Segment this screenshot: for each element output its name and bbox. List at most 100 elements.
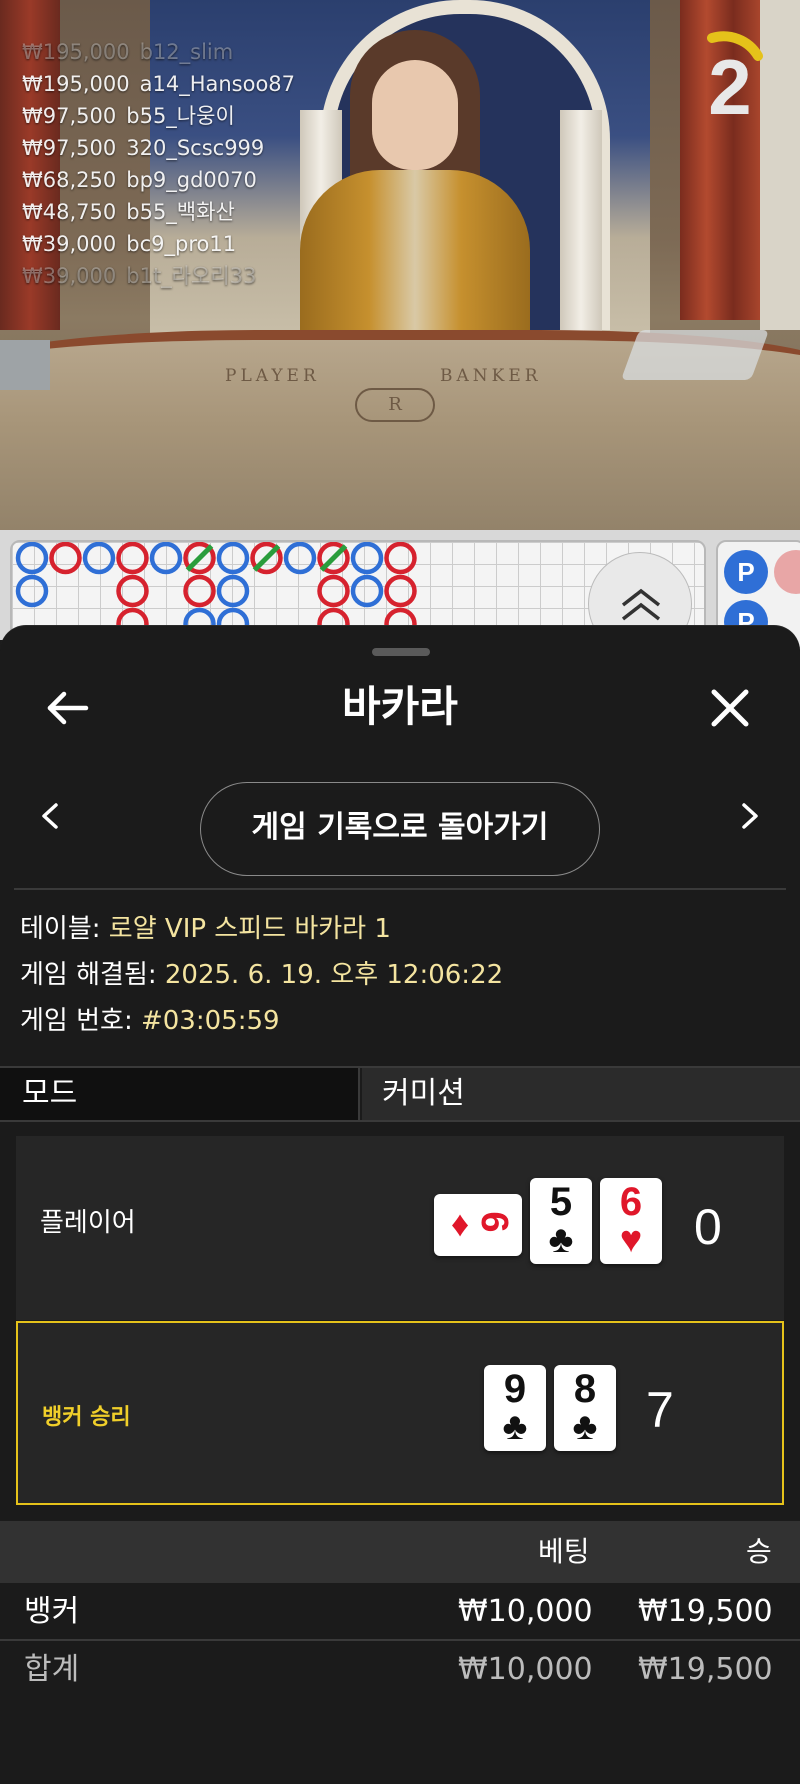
bet-column-header: 베팅	[538, 1535, 590, 1568]
player-score: 0	[694, 1199, 722, 1255]
card-rank: 6	[619, 1180, 643, 1224]
playing-card: 5 ♣	[530, 1178, 592, 1264]
win-ticker-line: ₩68,250 bp9_gd0070	[22, 164, 342, 196]
playing-card: 6 ♥	[600, 1178, 662, 1264]
player-bead	[350, 574, 384, 608]
banker-bead	[183, 574, 216, 608]
playing-card: 9 ♣	[484, 1365, 546, 1451]
card-suit-icon: ♣	[548, 1219, 574, 1261]
chevron-left-icon	[42, 803, 58, 829]
win-ticker-line: ₩195,000 a14_Hansoo87	[22, 68, 342, 100]
bet-name: 뱅커	[24, 1594, 80, 1629]
banker-bead	[116, 574, 149, 608]
win-amount: ₩195,000	[22, 40, 130, 64]
detail-tabs: 모드 커미션	[0, 1066, 800, 1122]
total-label: 합계	[24, 1652, 80, 1687]
live-video: PLAYER BANKER R ₩195,000 b12_slim ₩195,000…	[0, 0, 800, 530]
card-suit-icon: ♣	[572, 1406, 598, 1448]
playing-card: 8 ♣	[554, 1365, 616, 1451]
table-label-banker: BANKER	[440, 366, 542, 386]
win-ticker-line: ₩195,000 b12_slim	[22, 36, 342, 68]
winner-name: bp9_gd0070	[126, 168, 257, 192]
table-label-player: PLAYER	[225, 366, 320, 386]
card-suit-icon: ♣	[502, 1406, 528, 1448]
predictor-banker-dot	[774, 550, 800, 594]
resolved-info-label: 게임 해결됨:	[20, 960, 165, 990]
card-shoe	[620, 330, 770, 380]
divider	[14, 888, 786, 890]
chevrons-up-icon	[621, 588, 661, 621]
player-bead	[216, 542, 250, 575]
win-amount: ₩195,000	[22, 72, 130, 96]
player-bead	[283, 542, 317, 575]
bet-timer: 2	[680, 20, 780, 131]
winner-name: a14_Hansoo87	[139, 72, 296, 96]
player-hand-label: 플레이어	[40, 1208, 136, 1238]
winner-name: b12_slim	[139, 40, 234, 64]
roadmap-strip[interactable]: P P	[0, 530, 800, 656]
previous-game-button[interactable]	[30, 791, 70, 841]
table-row: 뱅커 ₩10,000 ₩19,500	[0, 1585, 800, 1641]
win-amount: ₩48,750	[22, 200, 117, 224]
game-number-value: #03:05:59	[140, 1006, 280, 1036]
banker-score: 7	[646, 1382, 674, 1438]
timer-seconds: 2	[708, 43, 752, 131]
win-amount: ₩68,250	[22, 168, 117, 192]
player-bead	[350, 542, 384, 575]
sheet-drag-handle[interactable]	[372, 648, 430, 656]
winner-name: b55_나웅이	[126, 104, 235, 128]
win-amount: ₩19,500	[638, 1594, 773, 1629]
win-column-header: 승	[746, 1535, 772, 1568]
sheet-title: 바카라	[342, 682, 458, 731]
win-ticker-line: ₩39,000 b1t_라오리33	[22, 260, 342, 292]
game-detail-sheet: 바카라 게임 기록으로 돌아가기 테이블: 로얄 VIP 스피드 바카라 1 게…	[0, 625, 800, 1784]
winner-name: b55_백화산	[126, 200, 235, 224]
player-hand: 플레이어 6 ♦ 5 ♣ 6 ♥ 0	[16, 1136, 784, 1320]
banker-bead	[317, 574, 350, 608]
player-bead	[15, 542, 49, 575]
next-game-button[interactable]	[730, 791, 770, 841]
win-amount: ₩39,000	[22, 232, 117, 256]
game-number-label: 게임 번호:	[20, 1006, 141, 1036]
total-win: ₩19,500	[638, 1652, 773, 1687]
win-ticker-line: ₩39,000 bc9_pro11	[22, 228, 342, 260]
player-bead	[149, 542, 183, 575]
close-icon	[711, 689, 749, 727]
win-ticker-line: ₩48,750 b55_백화산	[22, 196, 342, 228]
close-button[interactable]	[702, 680, 758, 736]
banker-bead	[384, 542, 417, 575]
table-info-value: 로얄 VIP 스피드 바카라 1	[108, 914, 391, 944]
card-rank: 5	[549, 1180, 573, 1224]
win-ticker-line: ₩97,500 b55_나웅이	[22, 100, 342, 132]
winner-name: bc9_pro11	[126, 232, 237, 256]
banker-bead	[384, 574, 417, 608]
banker-hand: 뱅커 승리 9 ♣ 8 ♣ 7	[16, 1321, 784, 1505]
winner-name: b1t_라오리33	[126, 264, 257, 288]
win-ticker-line: ₩97,500 320_Scsc999	[22, 132, 342, 164]
banker-bead	[116, 542, 149, 575]
player-bead	[82, 542, 116, 575]
tab-mode[interactable]: 모드	[0, 1068, 360, 1120]
win-ticker: ₩195,000 b12_slim ₩195,000 a14_Hansoo87 ₩97,…	[22, 36, 342, 292]
bet-amount: ₩10,000	[458, 1594, 593, 1629]
table-info-label: 테이블:	[20, 914, 109, 944]
back-to-history-button[interactable]: 게임 기록으로 돌아가기	[200, 782, 600, 876]
banker-hand-label: 뱅커 승리	[42, 1405, 131, 1430]
table-logo: R	[355, 388, 435, 422]
playing-card: 6 ♦	[434, 1194, 522, 1256]
banker-bead	[49, 542, 82, 575]
discard-box	[0, 340, 50, 390]
resolved-info-value: 2025. 6. 19. 오후 12:06:22	[164, 960, 504, 990]
player-bead	[15, 574, 49, 608]
chevron-right-icon	[742, 803, 758, 829]
bet-table-header: 베팅 승	[0, 1521, 800, 1583]
table-info: 테이블: 로얄 VIP 스피드 바카라 1	[20, 911, 391, 947]
card-rank: 8	[573, 1367, 597, 1411]
tab-commission[interactable]: 커미션	[362, 1068, 800, 1120]
pillar-right	[560, 110, 602, 340]
win-amount: ₩97,500	[22, 104, 117, 128]
total-row: 합계 ₩10,000 ₩19,500	[0, 1643, 800, 1699]
card-suit-icon: ♥	[619, 1219, 643, 1261]
winner-name: 320_Scsc999	[126, 136, 265, 160]
card-suit-icon: ♦	[450, 1203, 470, 1244]
